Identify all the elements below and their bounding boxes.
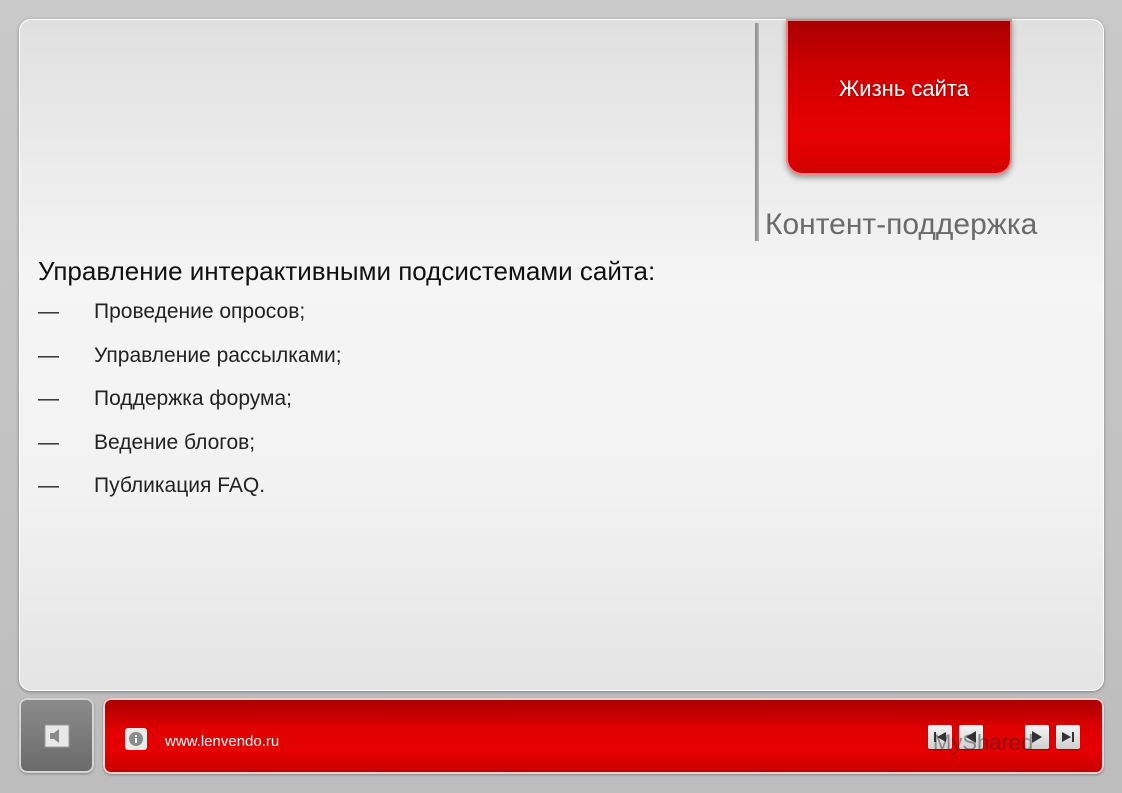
list-item: — Ведение блогов; xyxy=(38,431,342,475)
site-url-link[interactable]: www.lenvendo.ru xyxy=(165,733,279,750)
bullet-dash: — xyxy=(38,430,59,454)
slide-panel: Жизнь сайта Контент-поддержка Управление… xyxy=(19,19,1104,691)
header-divider xyxy=(755,23,759,241)
list-item-text: Поддержка форума; xyxy=(94,387,293,410)
skip-back-icon xyxy=(934,732,946,742)
bullet-dash: — xyxy=(38,387,59,410)
list-item-text: Управление рассылками; xyxy=(94,343,342,367)
prev-icon xyxy=(966,731,976,743)
bottom-bar: www.lenvendo.ru MyShared xyxy=(103,698,1104,774)
list-item: — Поддержка форума; xyxy=(38,387,342,431)
list-item: — Управление рассылками; xyxy=(38,344,342,388)
next-slide-button[interactable] xyxy=(1025,725,1049,749)
bullet-dash: — xyxy=(38,300,59,323)
prev-slide-button[interactable] xyxy=(959,725,983,749)
list-item: — Проведение опросов; xyxy=(38,300,342,344)
last-slide-button[interactable] xyxy=(1056,725,1080,749)
section-tab[interactable]: Жизнь сайта xyxy=(786,19,1012,175)
list-item-text: Ведение блогов; xyxy=(94,430,256,454)
info-icon[interactable] xyxy=(125,728,147,750)
section-tab-label: Жизнь сайта xyxy=(838,76,969,101)
next-icon xyxy=(1032,731,1042,743)
bullet-dash: — xyxy=(38,474,59,497)
skip-forward-icon xyxy=(1062,732,1074,742)
speaker-icon xyxy=(44,724,69,747)
list-item-text: Проведение опросов; xyxy=(94,300,306,323)
page-title: Контент-поддержка xyxy=(765,208,1038,241)
bullet-list: — Проведение опросов; — Управление рассылк… xyxy=(38,300,342,518)
content-heading: Управление интерактивными подсистемами с… xyxy=(38,256,656,286)
sound-button[interactable] xyxy=(19,698,94,773)
bullet-dash: — xyxy=(38,343,59,367)
first-slide-button[interactable] xyxy=(928,725,952,749)
list-item: — Публикация FAQ. xyxy=(38,474,342,518)
list-item-text: Публикация FAQ. xyxy=(94,474,266,497)
